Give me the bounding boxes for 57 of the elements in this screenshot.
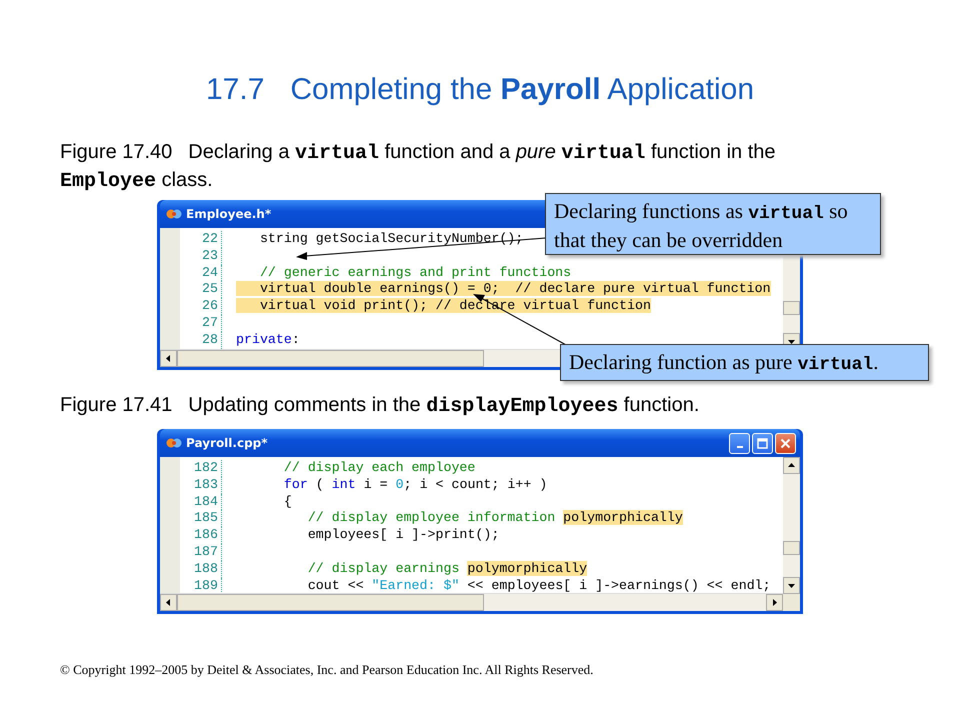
close-button[interactable] xyxy=(775,432,796,454)
line-number: 187 xyxy=(180,544,222,561)
code-line: employees[ i ]->print(); xyxy=(306,527,500,544)
code-line: private: xyxy=(235,332,300,349)
code-line: { xyxy=(282,494,292,510)
scroll-down-button[interactable] xyxy=(783,577,800,594)
scroll-thumb[interactable] xyxy=(177,594,484,611)
down-arrow-icon xyxy=(788,339,795,344)
scroll-right-button[interactable] xyxy=(766,594,783,611)
scroll-thumb[interactable] xyxy=(177,350,484,367)
figure-caption: Figure 17.40 Declaring a virtual function and a pure virtual function in the Employee class. xyxy=(60,140,777,195)
figure-caption: Figure 17.41 Updating comments in the displayEmployees function. xyxy=(60,393,700,420)
code-line: for ( int i = 0; i < count; i++ ) xyxy=(282,476,548,494)
line-number: 186 xyxy=(180,527,222,544)
line-number: 185 xyxy=(180,510,222,528)
app-icon xyxy=(166,436,182,450)
left-arrow-icon xyxy=(166,599,171,606)
callout-tooltip: Declaring function as pure virtual. xyxy=(560,344,929,381)
window-title: Employee.h* xyxy=(186,207,272,221)
code-line: cout << "Earned: $" << employees[ i ]->earnings() << endl; xyxy=(306,578,771,593)
line-number: 22 xyxy=(180,231,222,248)
line-number: 25 xyxy=(180,281,222,298)
slide-title: Completing the Payroll Application xyxy=(290,72,754,108)
scroll-up-button[interactable] xyxy=(783,457,800,474)
line-number: 188 xyxy=(180,560,222,578)
down-arrow-icon xyxy=(788,583,795,588)
minimize-icon xyxy=(736,446,742,448)
section-number: 17.7 xyxy=(206,72,264,108)
scroll-thumb[interactable] xyxy=(783,300,800,314)
minimize-button[interactable] xyxy=(729,432,750,454)
line-number: 184 xyxy=(180,494,222,510)
code-line: // display earnings polymorphically xyxy=(306,560,588,578)
line-number: 23 xyxy=(180,248,222,265)
scroll-left-button[interactable] xyxy=(160,350,177,367)
line-number: 182 xyxy=(180,460,222,477)
line-number: 26 xyxy=(180,298,222,315)
line-number: 27 xyxy=(180,314,222,332)
code-line: // generic earnings and print functions xyxy=(258,264,572,282)
up-arrow-icon xyxy=(788,463,795,468)
maximize-button[interactable] xyxy=(752,432,773,454)
left-arrow-icon xyxy=(166,355,171,362)
copyright-notice: © Copyright 1992–2005 by Deitel & Associates, Inc. and Pearson Education Inc. All Rights Reserved. xyxy=(60,661,594,679)
maximize-icon xyxy=(757,438,768,448)
scroll-thumb[interactable] xyxy=(783,540,800,555)
code-line: string getSocialSecurityNumber(); xyxy=(258,231,524,248)
code-line: // display each employee xyxy=(282,460,476,477)
window-title: Payroll.cpp* xyxy=(186,436,268,450)
right-arrow-icon xyxy=(772,599,777,606)
line-number: 183 xyxy=(180,476,222,494)
callout-tooltip: Declaring functions as virtual so that they can be overridden xyxy=(545,193,881,255)
line-number: 24 xyxy=(180,264,222,282)
code-line: // display employee information polymorphically xyxy=(306,510,683,528)
app-icon xyxy=(166,207,182,221)
resize-grip[interactable] xyxy=(783,594,800,611)
scroll-left-button[interactable] xyxy=(160,594,177,611)
close-icon xyxy=(780,438,791,448)
horizontal-scrollbar[interactable] xyxy=(160,593,783,611)
